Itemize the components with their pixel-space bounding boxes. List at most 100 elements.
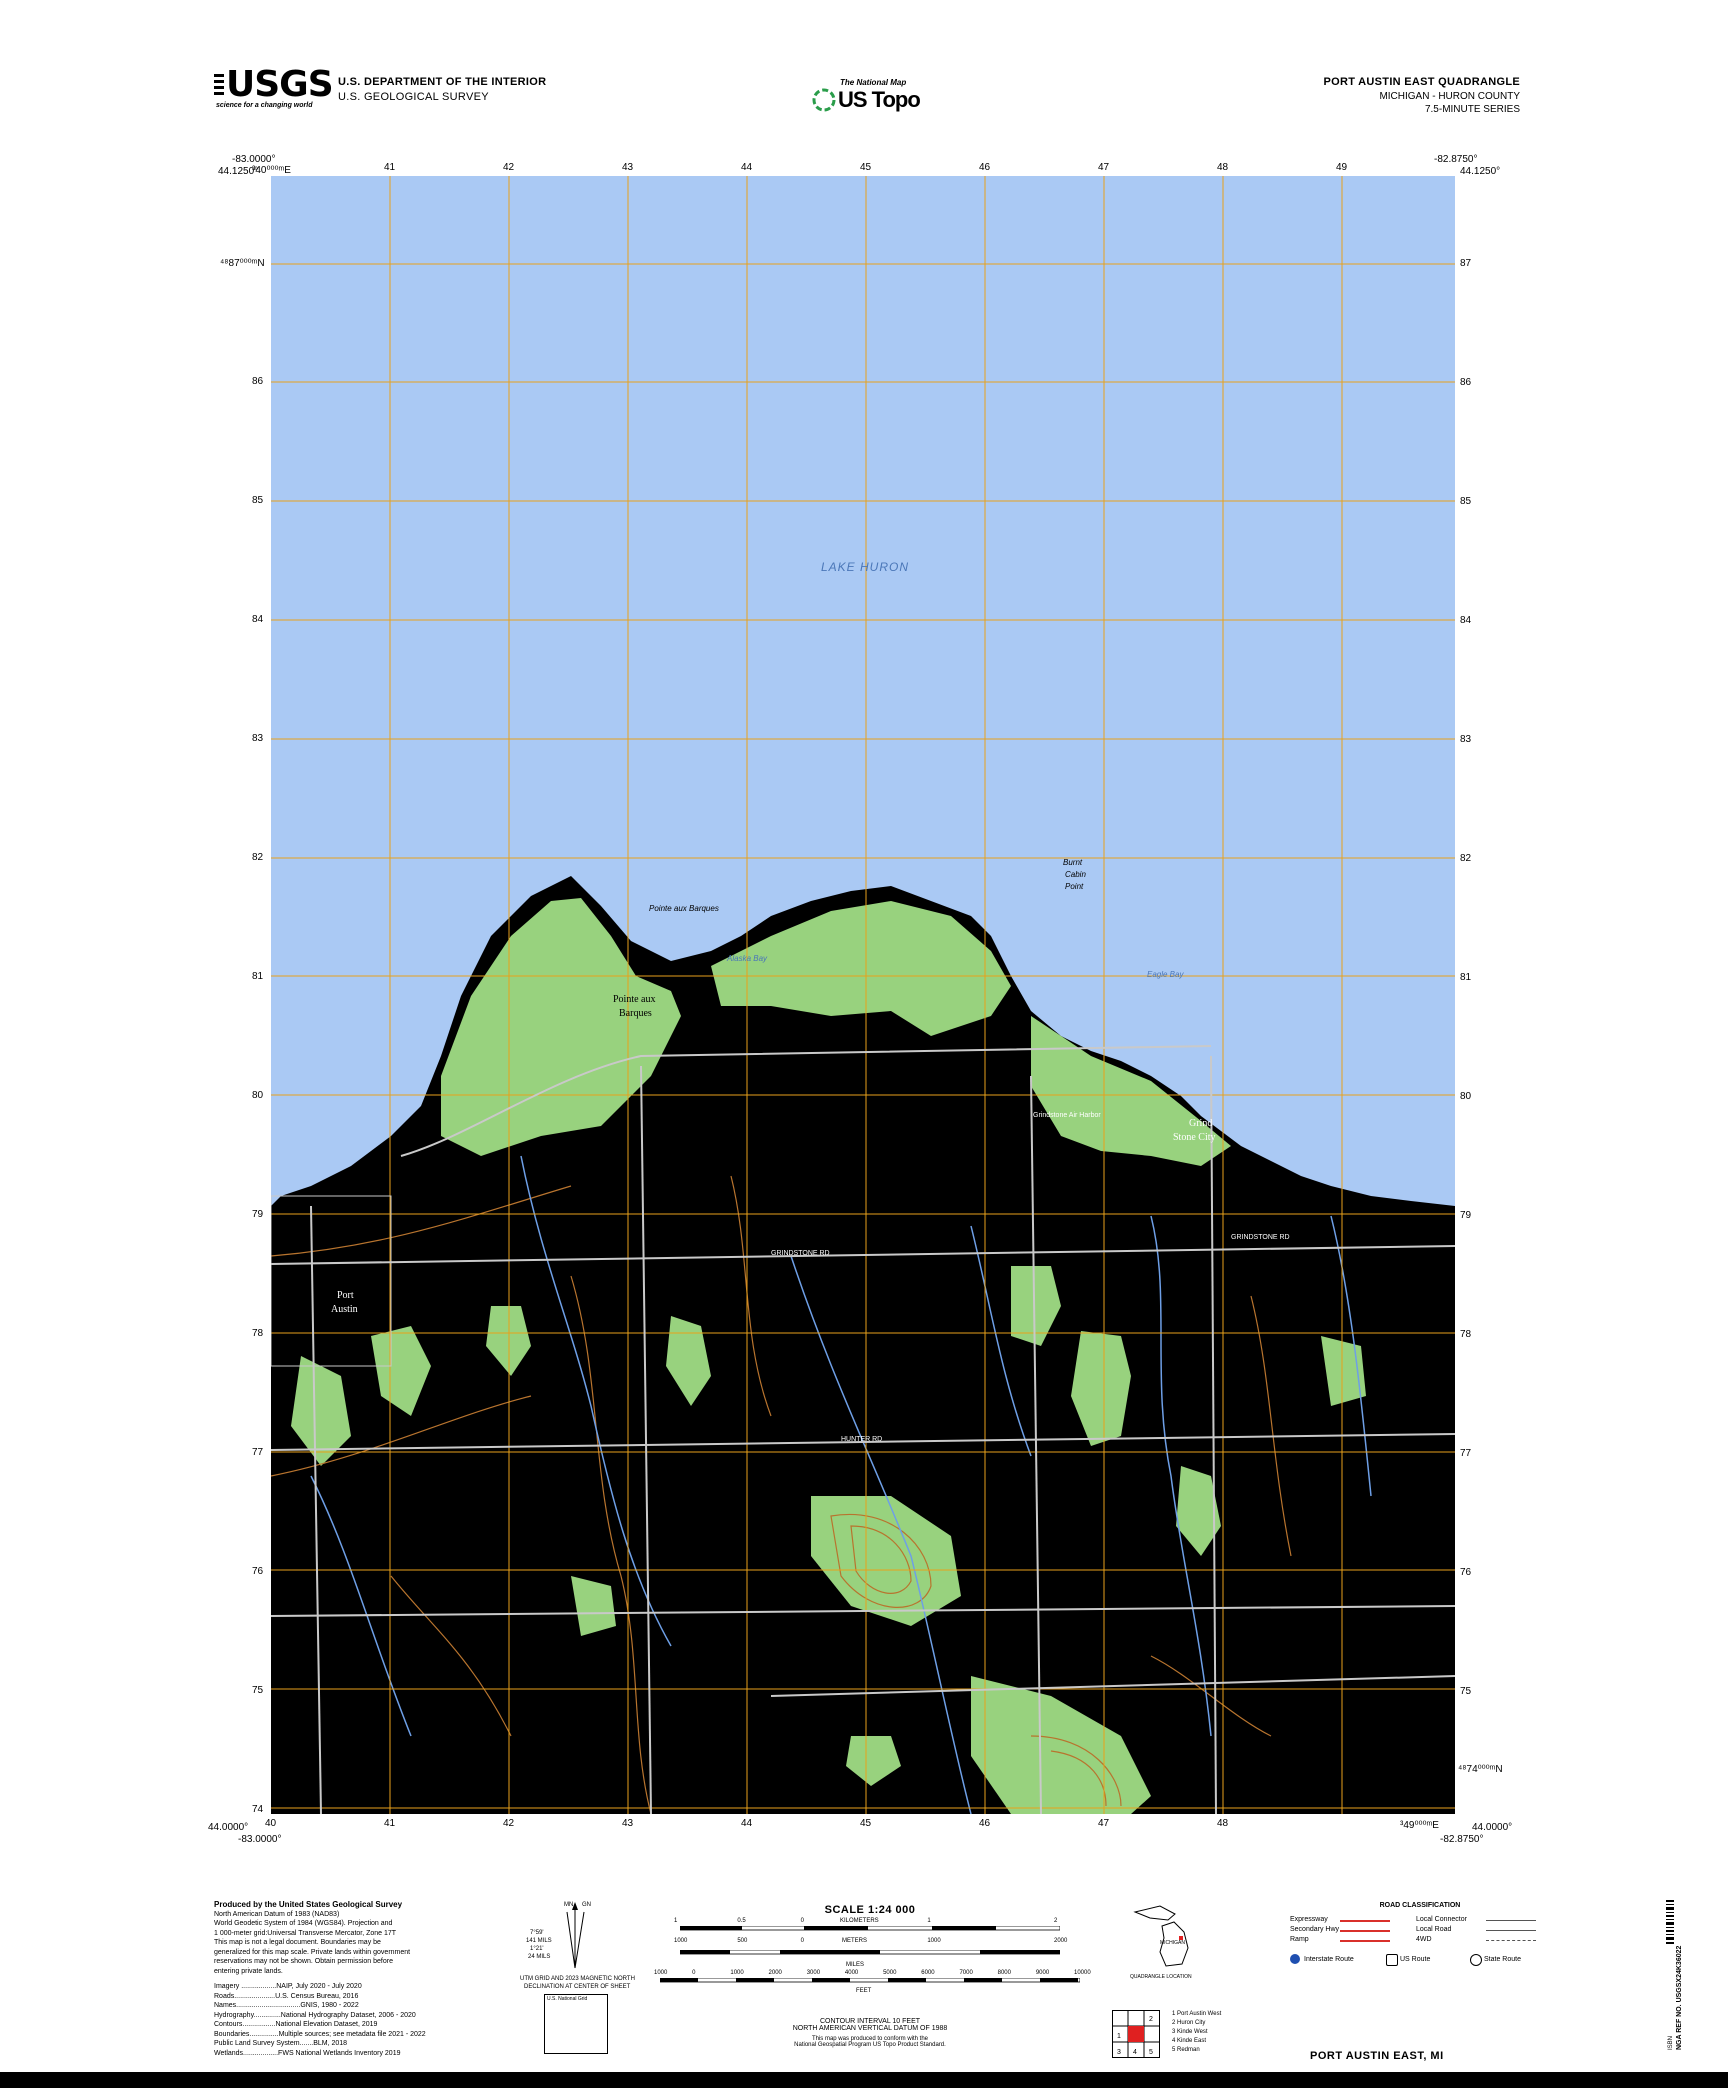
label-burnt-3: Point — [1065, 882, 1084, 891]
adjoining-quad-name: 4 Kinde East — [1172, 2038, 1207, 2044]
isbn-label: ISBN — [1668, 2035, 1674, 2050]
grid-left-tick: 77 — [252, 1447, 264, 1458]
scale-tick-label: 5000 — [883, 1970, 897, 1976]
grid-right-tick: 81 — [1460, 972, 1472, 983]
scale-tick-label: 4000 — [844, 1970, 859, 1976]
km-scale-bar — [680, 1926, 1060, 1931]
scale-tick-label: 0 — [692, 1970, 696, 1976]
svg-text:5: 5 — [1149, 2049, 1153, 2056]
decl-text-1: UTM GRID AND 2023 MAGNETIC NORTH — [520, 1976, 635, 1982]
adjoining-quad-name: 1 Port Austin West — [1172, 2011, 1222, 2017]
road-left-2: Secondary Hwy — [1290, 1926, 1340, 1933]
nw-lon: -83.0000° — [232, 154, 276, 165]
label-air-harbor: Grindstone Air Harbor — [1033, 1112, 1101, 1119]
local-road-symbol — [1486, 1930, 1536, 1931]
shield-interstate: Interstate Route — [1304, 1956, 1354, 1963]
label-grindstone-rd-2: GRINDSTONE RD — [1231, 1234, 1290, 1241]
scale-block: SCALE 1:24 000 KILOMETERS METERS MILES F… — [654, 1904, 1091, 2048]
label-stone-city: Stone City — [1173, 1132, 1216, 1143]
ne-lat: 44.1250° — [1460, 166, 1501, 177]
datum-2: World Geodetic System of 1984 (WGS84). P… — [214, 1920, 393, 1927]
scale-tick-label: 0.5 — [737, 1918, 746, 1924]
quad-state: MICHIGAN - HURON COUNTY — [1379, 91, 1520, 102]
grid-right-tick: 79 — [1460, 1210, 1472, 1221]
road-right-1: Local Connector — [1416, 1916, 1467, 1923]
grid-right-tick: 75 — [1460, 1686, 1472, 1697]
adjoining-quads: 1 2 3 4 5 1 Port Austin West 2 Huron City… — [1112, 2010, 1221, 2063]
scale-tick-label: 1000 — [654, 1970, 668, 1976]
road-left-1: Expressway — [1290, 1916, 1328, 1923]
produced-by: Produced by the United States Geological… — [214, 1900, 403, 1909]
adjoining-grid: 1 2 3 4 5 — [1112, 2010, 1160, 2058]
scale-tick-label: 7000 — [959, 1970, 973, 1976]
nga-ref: NGA REF NO. USGSX24K36022 — [1676, 1945, 1683, 2050]
scale-tick-label: 6000 — [921, 1970, 935, 1976]
se-lon: -82.8750° — [1440, 1834, 1484, 1845]
interstate-shield-icon — [1290, 1954, 1300, 1964]
decl-mn: MN — [564, 1902, 574, 1908]
grid-left-tick: 84 — [252, 614, 264, 625]
svg-text:3: 3 — [1117, 2049, 1121, 2056]
scale-tick-label: 3000 — [806, 1970, 821, 1976]
scale-tick-label: 1000 — [927, 1938, 941, 1944]
tnm-top-text: The National Map — [840, 78, 907, 87]
decl-b: 141 MILS — [526, 1938, 552, 1944]
quad-series: 7.5-MINUTE SERIES — [1424, 104, 1520, 115]
contour-interval: CONTOUR INTERVAL 10 FEET — [819, 2018, 921, 2025]
label-hunter-rd: HUNTER RD — [841, 1436, 883, 1443]
label-burnt-1: Burnt — [1063, 858, 1083, 867]
grid-right-tick: 87 — [1460, 258, 1472, 269]
grid-right-last: ⁴⁸74⁰⁰⁰ᵐN — [1458, 1764, 1503, 1775]
scale-tick-label: 2 — [1054, 1918, 1058, 1924]
bottom-black-bar — [0, 2072, 1728, 2088]
secondary-hwy-symbol — [1340, 1930, 1390, 1932]
grid-left-tick: 79 — [252, 1209, 264, 1220]
adjoining-list: 1 Port Austin West 2 Huron City 3 Kinde We… — [1172, 2010, 1221, 2055]
grid-right-tick: 80 — [1460, 1091, 1472, 1102]
road-class-title: ROAD CLASSIFICATION — [1379, 1902, 1461, 1909]
label-eagle-bay: Eagle Bay — [1147, 970, 1184, 979]
ramp-symbol — [1340, 1940, 1390, 1942]
usgs-wordmark: USGS — [226, 64, 334, 105]
grid-top-tick: 46 — [979, 162, 991, 173]
scale-tick-label: 1 — [674, 1918, 678, 1924]
grid-right-tick: 76 — [1460, 1567, 1472, 1578]
standard-2: National Geospatial Program US Topo Prod… — [794, 2042, 946, 2048]
scale-tick-label: 1 — [927, 1918, 931, 1924]
ft-scale-bar — [660, 1978, 1080, 1983]
grid-left-tick: 85 — [252, 495, 264, 506]
michigan-outline — [1133, 1905, 1189, 1967]
us-route-shield-icon — [1386, 1954, 1398, 1966]
quad-location-label: QUADRANGLE LOCATION — [1130, 1974, 1192, 1980]
src-wetlands: Wetlands..................FWS National W… — [214, 2049, 401, 2057]
se-lat: 44.0000° — [1472, 1822, 1513, 1833]
national-grid-label: U.S. National Grid — [547, 1996, 588, 2002]
quad-title: PORT AUSTIN EAST QUADRANGLE — [1323, 76, 1520, 88]
svg-text:2: 2 — [1149, 2016, 1153, 2023]
label-lake-huron: LAKE HURON — [821, 560, 910, 574]
state-route-shield-icon — [1470, 1954, 1482, 1966]
grid-top-tick: 42 — [503, 162, 515, 173]
grid-right-tick: 83 — [1460, 734, 1472, 745]
decl-a: 7°59' — [530, 1930, 544, 1936]
grid-left-tick: 75 — [252, 1685, 264, 1696]
note-1: This map is not a legal document. Bounda… — [214, 1939, 381, 1946]
grid-bottom-tick: 48 — [1217, 1818, 1229, 1829]
grid-bottom-tick: 41 — [384, 1818, 396, 1829]
grid-top-tick: 48 — [1217, 162, 1229, 173]
svg-text:1: 1 — [1117, 2033, 1121, 2040]
grid-right-tick: 82 — [1460, 853, 1472, 864]
grid-bottom-tick: 45 — [860, 1818, 872, 1829]
label-grind: Grind — [1189, 1118, 1213, 1129]
datum-3: 1 000-meter grid:Universal Transverse Me… — [214, 1929, 397, 1937]
decl-gn: GN — [582, 1902, 591, 1908]
grid-right-tick: 86 — [1460, 377, 1472, 388]
agency-line-2: U.S. GEOLOGICAL SURVEY — [338, 91, 489, 103]
tnm-us-topo-text: US Topo — [838, 87, 921, 112]
grid-left-first: ⁴⁸87⁰⁰⁰ᵐN — [220, 258, 265, 269]
topographic-map[interactable]: LAKE HURON Pointe aux Barques Pointe aux… — [271, 176, 1455, 1814]
grid-bottom-tick: 43 — [622, 1818, 634, 1829]
grid-top-tick: 44 — [741, 162, 753, 173]
label-port: Port — [337, 1290, 354, 1301]
grid-bottom-tick: 40 — [265, 1818, 277, 1829]
